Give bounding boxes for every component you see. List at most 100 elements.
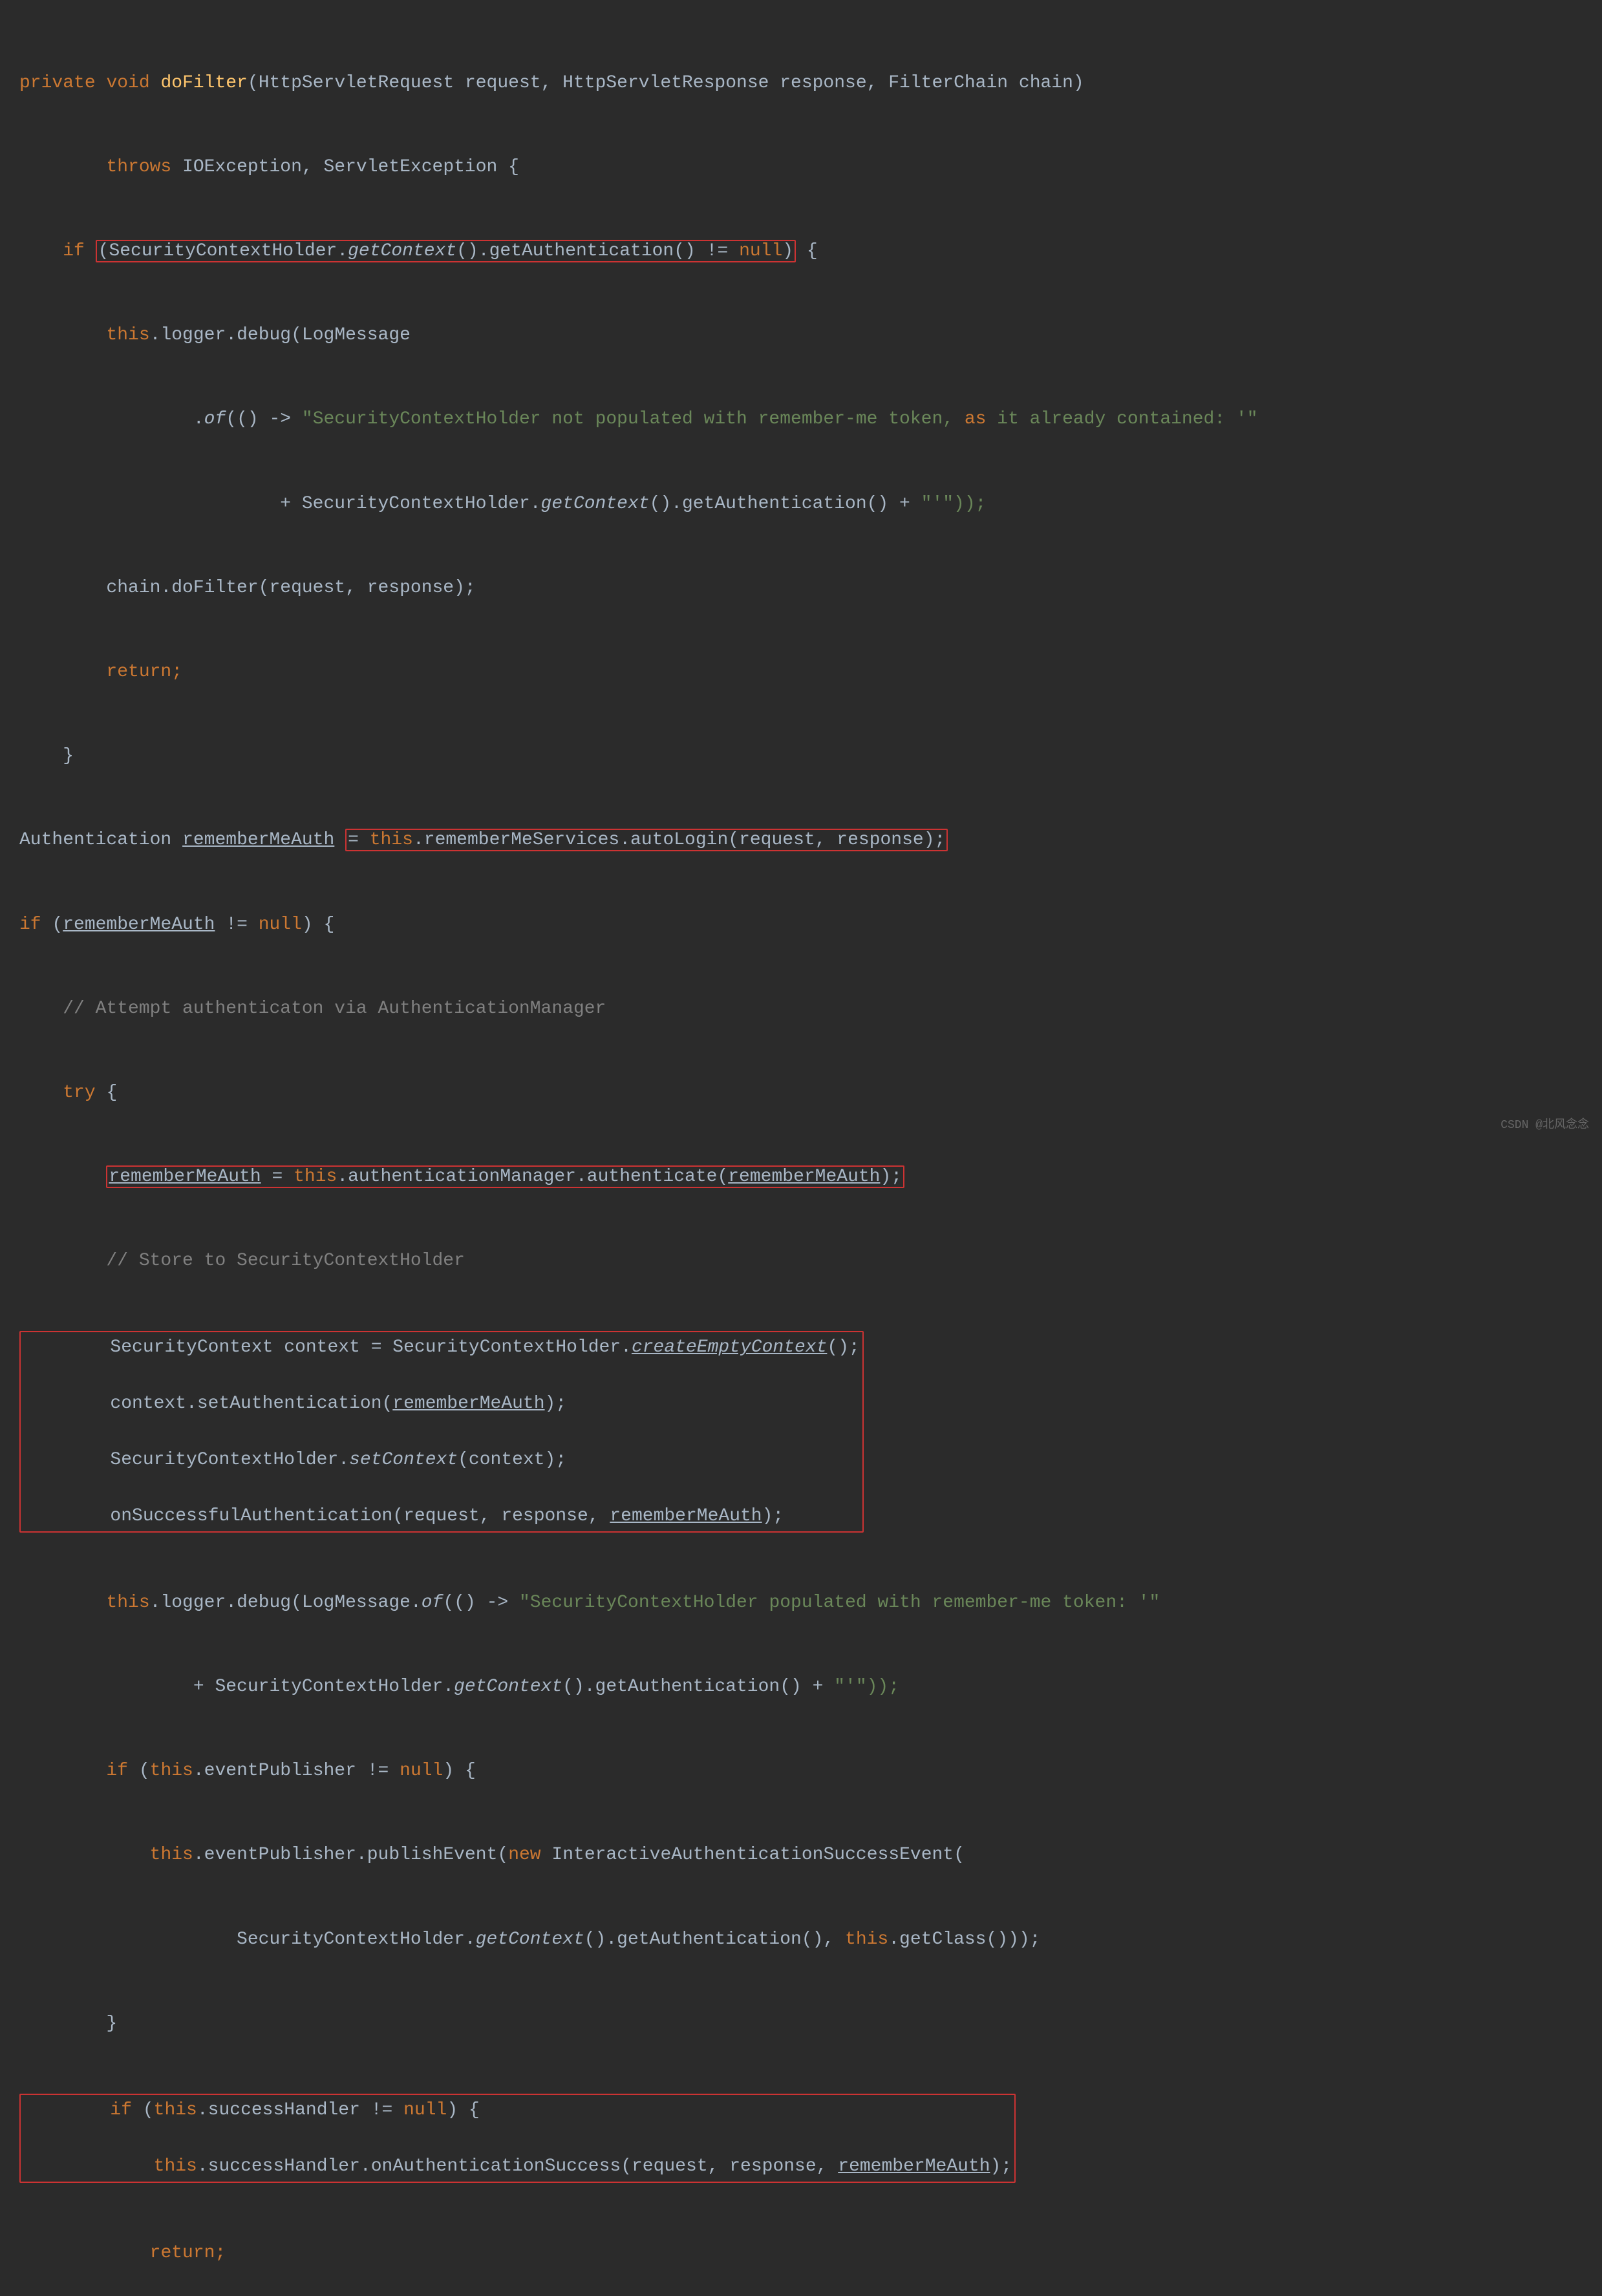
line-10: Authentication rememberMeAuth = this.rem… <box>19 826 1583 854</box>
keyword-this-5: this <box>150 1761 193 1781</box>
keyword-this-3: this <box>294 1167 337 1187</box>
method-getAuthentication: getAuthentication <box>489 241 674 261</box>
method-getContext-4: getContext <box>476 1929 584 1950</box>
keyword-if-1: if <box>63 241 85 261</box>
line-8: return; <box>19 658 1583 686</box>
keyword-throws: throws <box>106 157 171 177</box>
line-24: SecurityContextHolder.getContext().getAu… <box>19 1926 1583 1953</box>
line-18: SecurityContextHolder.setContext(context… <box>23 1446 860 1474</box>
field-eventPublisher-2: eventPublisher <box>204 1845 356 1865</box>
field-logger: logger <box>160 325 226 345</box>
line-16: SecurityContext context = SecurityContex… <box>23 1334 860 1361</box>
method-debug-2: debug <box>237 1593 291 1613</box>
keyword-null: null <box>739 241 782 261</box>
red-box-1: (SecurityContextHolder.getContext().getA… <box>96 240 796 262</box>
string-populated: "SecurityContextHolder populated with re… <box>519 1593 1160 1613</box>
keyword-null-4: null <box>403 2100 447 2120</box>
keyword-try: try <box>63 1083 95 1103</box>
line-27: this.successHandler.onAuthenticationSucc… <box>23 2152 1012 2180</box>
method-autoLogin: autoLogin <box>630 830 728 850</box>
type-authentication: Authentication <box>19 830 171 850</box>
comment-store: // Store to SecurityContextHolder <box>106 1251 465 1271</box>
method-name-doFilter: doFilter <box>160 73 247 93</box>
var-rememberMeAuth-1: rememberMeAuth <box>182 830 334 850</box>
line-1: private void doFilter(HttpServletRequest… <box>19 69 1583 97</box>
keyword-private: private <box>19 73 96 93</box>
line-23: this.eventPublisher.publishEvent(new Int… <box>19 1841 1583 1869</box>
keyword-this-4: this <box>106 1593 149 1613</box>
line-5: .of(() -> "SecurityContextHolder not pop… <box>19 405 1583 433</box>
code-container: private void doFilter(HttpServletRequest… <box>19 13 1583 2296</box>
line-14: rememberMeAuth = this.authenticationMana… <box>19 1163 1583 1191</box>
line-6: + SecurityContextHolder.getContext().get… <box>19 490 1583 518</box>
keyword-if-4: if <box>110 2100 132 2120</box>
keyword-new-1: new <box>508 1845 540 1865</box>
method-of: of <box>204 409 226 429</box>
var-rememberMeAuth-6: rememberMeAuth <box>610 1506 762 1526</box>
field-eventPublisher: eventPublisher <box>204 1761 356 1781</box>
line-22: if (this.eventPublisher != null) { <box>19 1757 1583 1785</box>
field-successHandler: successHandler <box>208 2100 360 2120</box>
red-box-3: rememberMeAuth = this.authenticationMana… <box>106 1165 904 1188</box>
field-rememberMeServices: rememberMeServices <box>424 830 619 850</box>
method-setContext: setContext <box>349 1450 458 1470</box>
string-not-populated: "SecurityContextHolder not populated wit… <box>302 409 1258 429</box>
red-box-2: = this.rememberMeServices.autoLogin(requ… <box>345 829 948 851</box>
keyword-null-2: null <box>259 915 302 935</box>
keyword-this-7: this <box>845 1929 888 1950</box>
field-authenticationManager: authenticationManager <box>348 1167 576 1187</box>
method-debug: debug <box>237 325 291 345</box>
var-rememberMeAuth-7: rememberMeAuth <box>838 2156 990 2176</box>
line-21: + SecurityContextHolder.getContext().get… <box>19 1673 1583 1701</box>
line-11: if (rememberMeAuth != null) { <box>19 911 1583 939</box>
method-createEmptyContext: createEmptyContext <box>632 1337 827 1357</box>
var-rememberMeAuth-2: rememberMeAuth <box>63 915 215 935</box>
keyword-return-2: return; <box>150 2243 226 2263</box>
params: (HttpServletRequest request, HttpServlet… <box>248 73 1084 93</box>
comment-attempt: // Attempt authenticaton via Authenticat… <box>63 999 606 1019</box>
keyword-return-1: return; <box>106 662 182 682</box>
line-26: if (this.successHandler != null) { <box>23 2096 1012 2124</box>
line-20: this.logger.debug(LogMessage.of(() -> "S… <box>19 1589 1583 1617</box>
method-of-2: of <box>422 1593 443 1613</box>
string-quote-end: "'")); <box>921 494 987 514</box>
field-successHandler-2: successHandler <box>208 2156 360 2176</box>
string-quote-end-2: "'")); <box>834 1677 899 1697</box>
method-getContext: getContext <box>348 241 456 261</box>
line-4: this.logger.debug(LogMessage <box>19 321 1583 349</box>
line-19: onSuccessfulAuthentication(request, resp… <box>23 1502 860 1530</box>
line-3: if (SecurityContextHolder.getContext().g… <box>19 237 1583 265</box>
red-box-5: if (this.successHandler != null) { this.… <box>19 2094 1016 2183</box>
method-getContext-3: getContext <box>454 1677 562 1697</box>
keyword-if-3: if <box>106 1761 128 1781</box>
keyword-void: void <box>106 73 149 93</box>
line-25: } <box>19 2010 1583 2037</box>
keyword-this-2: this <box>370 830 413 850</box>
keyword-this-1: this <box>106 325 149 345</box>
field-logger-2: logger <box>160 1593 226 1613</box>
keyword-this-9: this <box>154 2156 197 2176</box>
line-26-box: if (this.successHandler != null) { this.… <box>19 2094 1583 2183</box>
var-rememberMeAuth-4: rememberMeAuth <box>728 1167 880 1187</box>
line-7: chain.doFilter(request, response); <box>19 574 1583 602</box>
keyword-null-3: null <box>400 1761 443 1781</box>
keyword-if-2: if <box>19 915 41 935</box>
exception-types: IOException, ServletException { <box>182 157 519 177</box>
line-2: throws IOException, ServletException { <box>19 153 1583 181</box>
keyword-this-6: this <box>150 1845 193 1865</box>
line-13: try { <box>19 1079 1583 1107</box>
chain-doFilter: chain.doFilter(request, response); <box>106 578 475 598</box>
method-getContext-2: getContext <box>541 494 650 514</box>
method-authenticate: authenticate <box>587 1167 718 1187</box>
line-red-box-group: SecurityContext context = SecurityContex… <box>19 1331 1583 1533</box>
line-9: } <box>19 742 1583 770</box>
line-17: context.setAuthentication(rememberMeAuth… <box>23 1390 860 1418</box>
var-rememberMeAuth-5: rememberMeAuth <box>392 1394 544 1414</box>
var-rememberMeAuth-3: rememberMeAuth <box>109 1167 261 1187</box>
line-28: return; <box>19 2239 1583 2267</box>
watermark: CSDN @北风念念 <box>1501 1117 1589 1135</box>
line-15: // Store to SecurityContextHolder <box>19 1247 1583 1275</box>
class-securityContextHolder: SecurityContextHolder <box>109 241 337 261</box>
keyword-this-8: this <box>154 2100 197 2120</box>
red-box-4: SecurityContext context = SecurityContex… <box>19 1331 864 1533</box>
